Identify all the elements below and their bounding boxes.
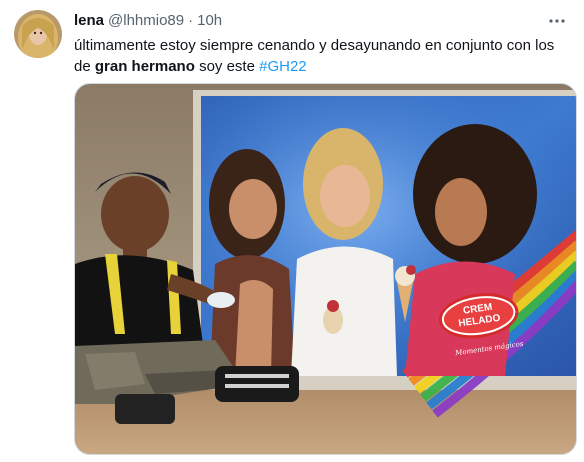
- tweet: lena @lhhmio89 · 10h últimamente estoy s…: [0, 0, 584, 462]
- display-name[interactable]: lena: [74, 11, 104, 31]
- tweet-header: lena @lhhmio89 · 10h: [74, 11, 544, 31]
- avatar[interactable]: [14, 10, 62, 58]
- timestamp[interactable]: 10h: [197, 11, 222, 31]
- tweet-text-part2: soy este: [199, 58, 255, 75]
- tweet-text: últimamente estoy siempre cenando y desa…: [74, 35, 574, 77]
- more-horizontal-icon[interactable]: [546, 10, 568, 32]
- tweet-photo[interactable]: CREM HELADO Momentos mágicos: [74, 83, 577, 455]
- user-handle[interactable]: @lhhmio89: [108, 11, 184, 31]
- tweet-text-bold: gran hermano: [94, 58, 195, 75]
- hashtag-link[interactable]: #GH22: [259, 58, 307, 75]
- separator: ·: [188, 12, 194, 29]
